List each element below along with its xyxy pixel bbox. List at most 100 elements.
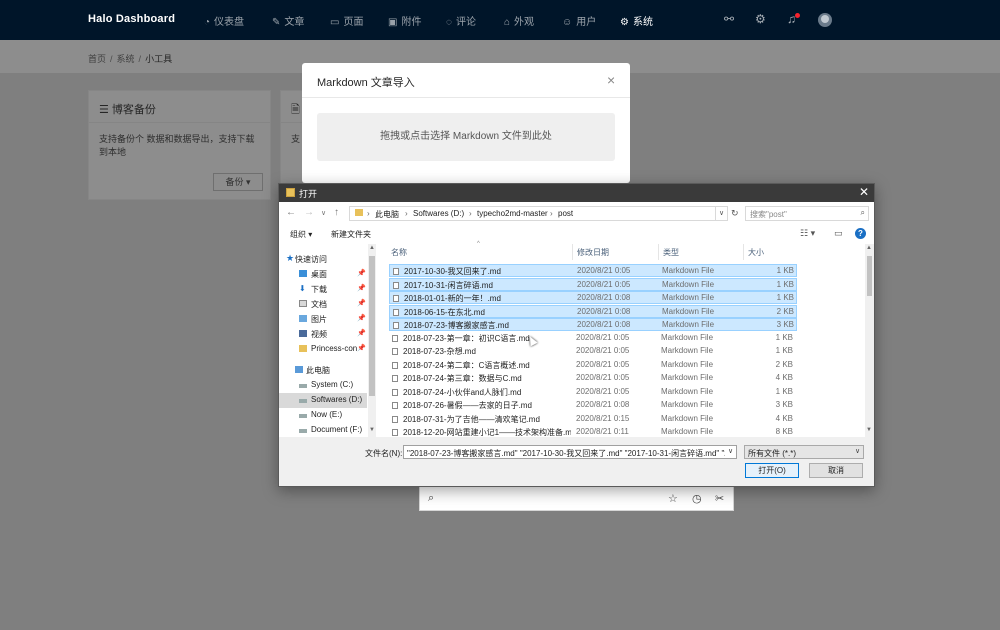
markdown-file-icon xyxy=(393,295,399,302)
column-name[interactable]: 名称 xyxy=(391,247,407,258)
column-type[interactable]: 类型 xyxy=(663,247,679,258)
file-row[interactable]: 2018-12-20-网站重建小记1——技术架构准备.md 2020/8/21 0… xyxy=(389,426,797,437)
crumb-this-pc[interactable]: 此电脑 xyxy=(375,209,399,220)
scrollbar-thumb[interactable] xyxy=(867,256,872,296)
chevron-down-icon[interactable]: ▼ xyxy=(369,427,375,433)
nav-this-pc[interactable]: 此电脑 xyxy=(279,363,367,378)
shirt-icon: ⌂ xyxy=(504,17,511,28)
file-type-select[interactable]: 所有文件 (*.*) ∨ xyxy=(744,445,864,459)
avatar[interactable] xyxy=(818,13,832,27)
column-date[interactable]: 修改日期 xyxy=(577,247,609,258)
backup-button[interactable]: 备份 ▾ xyxy=(213,173,263,191)
list-icon: ☰ xyxy=(99,104,112,116)
chevron-down-icon[interactable]: ∨ xyxy=(728,447,733,455)
nav-system[interactable]: ⚙ 系统 xyxy=(620,13,653,28)
organize-button[interactable]: 组织 ▾ xyxy=(290,229,312,240)
upload-dropzone[interactable]: 拖拽或点击选择 Markdown 文件到此处 xyxy=(317,113,615,161)
preview-pane-icon[interactable]: ▭ xyxy=(834,228,843,239)
close-icon[interactable]: ✕ xyxy=(859,185,869,199)
nav-videos[interactable]: 视频 📌 xyxy=(279,327,367,342)
settings-icon[interactable]: ⚙ xyxy=(755,12,766,26)
nav-posts[interactable]: ✎ 文章 xyxy=(272,13,304,28)
chevron-up-icon[interactable]: ▲ xyxy=(369,245,375,251)
crumb-typecho2md[interactable]: typecho2md-master xyxy=(477,209,548,218)
file-row[interactable]: 2017-10-31-闲言碎语.md 2020/8/21 0:05 Markdown… xyxy=(389,278,797,291)
nav-drive-d[interactable]: Softwares (D:) xyxy=(279,393,367,408)
divider xyxy=(302,97,630,98)
folder-icon xyxy=(355,209,363,216)
file-row[interactable]: 2018-01-01-新的一年！.md 2020/8/21 0:08 Markdow… xyxy=(389,291,797,304)
chevron-down-icon[interactable]: ∨ xyxy=(321,209,326,217)
file-row[interactable]: 2018-07-23-杂想.md 2020/8/21 0:05 Markdown F… xyxy=(389,345,797,358)
nav-drive-c[interactable]: System (C:) xyxy=(279,378,367,393)
nav-quick-access[interactable]: 快速访问 ★ xyxy=(279,252,367,267)
markdown-file-icon xyxy=(392,348,398,355)
file-row[interactable]: 2018-07-23-第一章：初识C语言.md 2020/8/21 0:05 Mar… xyxy=(389,332,797,345)
cancel-button[interactable]: 取消 xyxy=(809,463,863,478)
zoom-icon[interactable]: ⌕ xyxy=(428,492,434,505)
nav-scrollbar[interactable]: ▲ ▼ xyxy=(368,244,376,437)
pin-icon: 📌 xyxy=(357,300,366,307)
forward-arrow-icon[interactable]: → xyxy=(304,207,314,218)
file-row[interactable]: 2018-07-24-第三章：数据与C.md 2020/8/21 0:05 Mark… xyxy=(389,372,797,385)
file-row[interactable]: 2018-07-23-博客搬家感言.md 2020/8/21 0:08 Markdo… xyxy=(389,318,797,331)
nav-attachments[interactable]: ▣ 附件 xyxy=(388,13,421,28)
nav-pictures[interactable]: 图片 📌 xyxy=(279,312,367,327)
link-icon[interactable]: ⚯ xyxy=(724,12,734,26)
download-icon: ⬇ xyxy=(299,284,306,293)
new-folder-button[interactable]: 新建文件夹 xyxy=(331,229,371,240)
address-bar[interactable]: › 此电脑 › Softwares (D:) › typecho2md-mast… xyxy=(349,206,716,221)
nav-documents[interactable]: 文档 📌 xyxy=(279,297,367,312)
chevron-up-icon[interactable]: ▲ xyxy=(866,245,872,251)
filename-input[interactable]: "2018-07-23-博客搬家感言.md" "2017-10-30-我又回来了… xyxy=(403,445,737,459)
file-list-scrollbar[interactable]: ▲ ▼ xyxy=(865,244,874,437)
scrollbar-thumb[interactable] xyxy=(369,256,375,396)
nav-princess-con[interactable]: Princess-con 📌 xyxy=(279,342,367,357)
refresh-icon[interactable]: ↻ xyxy=(731,208,739,219)
dialog-titlebar[interactable]: 打开 ✕ xyxy=(279,184,874,202)
column-size[interactable]: 大小 xyxy=(748,247,764,258)
drive-icon xyxy=(299,414,307,418)
drive-icon xyxy=(299,429,307,433)
markdown-file-icon xyxy=(392,416,398,423)
address-dropdown[interactable]: ∨ xyxy=(716,206,728,221)
history-icon[interactable]: ◷ xyxy=(692,492,702,505)
file-row[interactable]: 2018-07-31-为了吉他——清欢笔记.md 2020/8/21 0:15 Ma… xyxy=(389,413,797,426)
chevron-down-icon[interactable]: ▼ xyxy=(866,427,872,433)
nav-dashboard[interactable]: ◔ 仪表盘 xyxy=(204,13,244,28)
tools-icon[interactable]: ✂ xyxy=(715,492,724,505)
search-input[interactable]: 搜索"post" ⌕ xyxy=(745,206,869,221)
crumb-post[interactable]: post xyxy=(558,209,573,218)
address-row: ← → ∨ ↑ › 此电脑 › Softwares (D:) › typecho… xyxy=(279,202,874,225)
nav-appearance[interactable]: ⌂ 外观 xyxy=(504,13,534,28)
file-row[interactable]: 2018-06-15-在东北.md 2020/8/21 0:08 Markdown … xyxy=(389,305,797,318)
breadcrumb-system[interactable]: 系统 xyxy=(117,54,135,64)
filename-label: 文件名(N): xyxy=(365,449,403,458)
chevron-down-icon: ∨ xyxy=(855,448,861,455)
close-icon[interactable]: × xyxy=(607,72,615,88)
drive-icon xyxy=(299,399,307,403)
file-row[interactable]: 2018-07-26-暑假——去家的日子.md 2020/8/21 0:08 Mar… xyxy=(389,399,797,412)
nav-drive-f[interactable]: Document (F:) xyxy=(279,423,367,438)
up-arrow-icon[interactable]: ↑ xyxy=(334,207,339,218)
nav-pages[interactable]: ▭ 页面 xyxy=(330,13,363,28)
notification-dot xyxy=(795,13,800,18)
brand-title[interactable]: Halo Dashboard xyxy=(88,13,175,25)
breadcrumb-home[interactable]: 首页 xyxy=(88,54,106,64)
star-icon[interactable]: ☆ xyxy=(668,492,678,505)
nav-comments[interactable]: ◌ 评论 xyxy=(446,13,476,28)
nav-desktop[interactable]: 桌面 📌 xyxy=(279,267,367,282)
file-row[interactable]: 2018-07-24-第二章：C语言概述.md 2020/8/21 0:05 Mar… xyxy=(389,359,797,372)
back-arrow-icon[interactable]: ← xyxy=(286,207,296,218)
view-options-icon[interactable]: ☷ ▾ xyxy=(800,228,815,239)
nav-downloads[interactable]: ⬇ 下载 📌 xyxy=(279,282,367,297)
file-row[interactable]: 2018-07-24-小伙伴and人脉们.md 2020/8/21 0:05 Mar… xyxy=(389,386,797,399)
star-icon: ★ xyxy=(286,253,295,263)
crumb-drive-d[interactable]: Softwares (D:) xyxy=(413,209,464,218)
nav-drive-e[interactable]: Now (E:) xyxy=(279,408,367,423)
nav-users[interactable]: ☺ 用户 xyxy=(562,13,596,28)
desktop-icon xyxy=(299,270,307,277)
open-button[interactable]: 打开(O) xyxy=(745,463,799,478)
file-row[interactable]: 2017-10-30-我又回来了.md 2020/8/21 0:05 Markdow… xyxy=(389,264,797,277)
help-icon[interactable]: ? xyxy=(855,228,866,239)
